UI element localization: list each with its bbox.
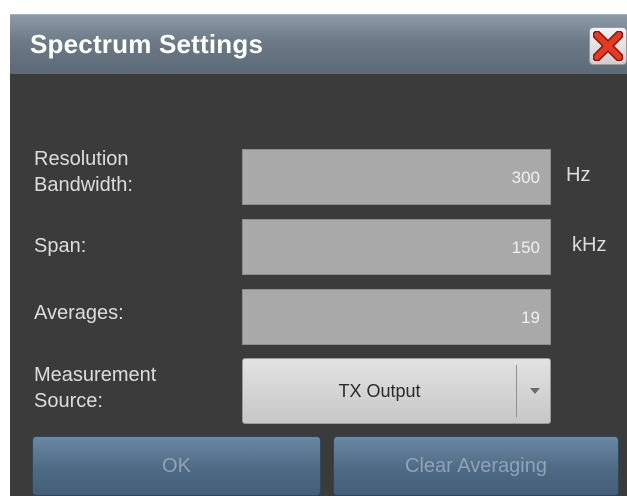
measurement-source-label-line1: Measurement: [34, 364, 157, 386]
resolution-bandwidth-label: Resolution Bandwidth:: [34, 146, 133, 198]
resolution-bandwidth-unit: Hz: [566, 164, 591, 186]
span-unit: kHz: [572, 234, 607, 256]
clear-averaging-button[interactable]: Clear Averaging: [333, 436, 619, 496]
chevron-down-icon[interactable]: [530, 388, 540, 394]
span-label: Span:: [34, 235, 87, 257]
measurement-source-label-line2: Source:: [34, 390, 103, 412]
close-x-icon: [593, 31, 623, 61]
spectrum-settings-dialog: Spectrum Settings Resolution Bandwidth: …: [0, 0, 627, 496]
close-button[interactable]: [589, 27, 627, 65]
ok-button[interactable]: OK: [32, 436, 321, 496]
resolution-bandwidth-label-line2: Bandwidth:: [34, 174, 133, 196]
title-bar: Spectrum Settings: [10, 14, 627, 74]
span-field[interactable]: 150: [242, 219, 551, 275]
measurement-source-select[interactable]: TX Output: [242, 358, 551, 424]
select-divider: [516, 365, 517, 417]
dialog-title: Spectrum Settings: [30, 29, 264, 59]
measurement-source-label: Measurement Source:: [34, 362, 156, 414]
dialog-body: Resolution Bandwidth: 300 Hz Span: 150 k…: [10, 74, 627, 496]
averages-label: Averages:: [34, 302, 124, 324]
resolution-bandwidth-label-line1: Resolution: [34, 148, 129, 170]
resolution-bandwidth-field[interactable]: 300: [242, 149, 551, 205]
averages-field[interactable]: 19: [242, 289, 551, 345]
measurement-source-value: TX Output: [338, 381, 421, 401]
